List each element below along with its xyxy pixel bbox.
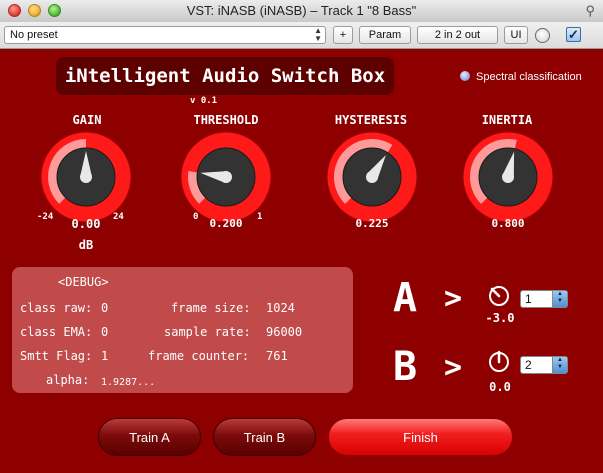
gain-knob[interactable] bbox=[40, 131, 132, 223]
route-b-gain-knob[interactable] bbox=[487, 350, 511, 374]
plugin-panel: iNtelligent Audio Switch Box v 0.1 Spect… bbox=[0, 49, 603, 473]
knob-pointer-hub bbox=[80, 171, 92, 183]
preset-select[interactable]: No preset ▲ ▼ bbox=[4, 26, 326, 44]
threshold-knob[interactable] bbox=[180, 131, 272, 223]
ui-button[interactable]: UI bbox=[504, 26, 528, 44]
gain-unit: dB bbox=[78, 238, 94, 252]
plugin-title: iNtelligent Audio Switch Box bbox=[56, 57, 394, 95]
alpha-label: alpha: bbox=[46, 373, 90, 387]
train-a-button[interactable]: Train A bbox=[98, 418, 201, 456]
knob-pointer-hub bbox=[502, 171, 514, 183]
pin-icon[interactable]: ⚲ bbox=[585, 3, 595, 19]
smtt-flag-label: Smtt Flag: bbox=[20, 349, 93, 363]
route-a-gain-value: -3.0 bbox=[485, 311, 515, 325]
io-button[interactable]: 2 in 2 out bbox=[417, 26, 498, 44]
small-knob-pointer bbox=[490, 287, 501, 298]
route-b-output-stepper[interactable]: 2 ▲ ▼ bbox=[520, 356, 568, 374]
gain-value: 0.00 bbox=[71, 217, 101, 231]
class-raw-label: class raw: bbox=[20, 301, 93, 315]
gain-label: GAIN bbox=[72, 113, 102, 127]
host-toolbar: No preset ▲ ▼ + Param 2 in 2 out UI ✓ bbox=[0, 22, 603, 49]
frame-size-value: 1024 bbox=[266, 301, 295, 315]
threshold-label: THRESHOLD bbox=[193, 113, 259, 127]
hysteresis-label: HYSTERESIS bbox=[334, 113, 408, 127]
plugin-window: VST: iNASB (iNASB) – Track 1 "8 Bass" ⚲ … bbox=[0, 0, 603, 473]
title-bar: VST: iNASB (iNASB) – Track 1 "8 Bass" ⚲ bbox=[0, 0, 603, 23]
window-title: VST: iNASB (iNASB) – Track 1 "8 Bass" bbox=[186, 3, 417, 18]
wet-dry-knob-icon[interactable] bbox=[535, 28, 550, 43]
frame-counter-label: frame counter: bbox=[148, 349, 250, 363]
spectral-classification-toggle[interactable]: Spectral classification bbox=[460, 71, 582, 83]
debug-header: <DEBUG> bbox=[58, 275, 109, 289]
knob-pointer-hub bbox=[366, 171, 378, 183]
smtt-flag-value: 1 bbox=[101, 349, 109, 363]
route-b-arrow: > bbox=[444, 350, 463, 385]
stepper-arrows-icon[interactable]: ▲ ▼ bbox=[552, 291, 567, 307]
inertia-knob[interactable] bbox=[462, 131, 554, 223]
class-ema-label: class EMA: bbox=[20, 325, 93, 339]
sample-rate-label: sample rate: bbox=[164, 325, 251, 339]
alpha-value: 1.9287... bbox=[101, 377, 156, 388]
bypass-checkbox[interactable]: ✓ bbox=[566, 27, 581, 42]
route-a-output-stepper[interactable]: 1 ▲ ▼ bbox=[520, 290, 568, 308]
route-a-arrow: > bbox=[444, 281, 463, 316]
frame-counter-value: 761 bbox=[266, 349, 288, 363]
stepper-arrows-icon[interactable]: ▲ ▼ bbox=[552, 357, 567, 373]
route-b-output-value: 2 bbox=[525, 358, 532, 372]
debug-panel: <DEBUG> class raw: 0 class EMA: 0 Smtt F… bbox=[12, 267, 353, 393]
preset-value: No preset bbox=[10, 29, 58, 41]
radio-dot-icon bbox=[460, 71, 470, 81]
param-button[interactable]: Param bbox=[359, 26, 411, 44]
inertia-label: INERTIA bbox=[481, 113, 533, 127]
add-preset-button[interactable]: + bbox=[333, 26, 353, 44]
version-label: v 0.1 bbox=[190, 96, 218, 106]
sample-rate-value: 96000 bbox=[266, 325, 303, 339]
frame-size-label: frame size: bbox=[171, 301, 251, 315]
route-b-letter: B bbox=[393, 344, 418, 390]
threshold-value: 0.200 bbox=[209, 217, 243, 230]
spectral-label: Spectral classification bbox=[476, 71, 582, 83]
class-ema-value: 0 bbox=[101, 325, 109, 339]
train-b-button[interactable]: Train B bbox=[213, 418, 316, 456]
chevron-updown-icon: ▲ ▼ bbox=[314, 26, 322, 43]
knob-pointer-hub bbox=[220, 171, 232, 183]
hysteresis-value: 0.225 bbox=[355, 217, 389, 230]
class-raw-value: 0 bbox=[101, 301, 109, 315]
route-a-letter: A bbox=[393, 275, 418, 321]
finish-button[interactable]: Finish bbox=[328, 418, 513, 456]
hysteresis-knob[interactable] bbox=[326, 131, 418, 223]
route-b-gain-value: 0.0 bbox=[489, 380, 511, 394]
route-a-output-value: 1 bbox=[525, 292, 532, 306]
inertia-value: 0.800 bbox=[491, 217, 525, 230]
route-a-gain-knob[interactable] bbox=[487, 284, 511, 308]
